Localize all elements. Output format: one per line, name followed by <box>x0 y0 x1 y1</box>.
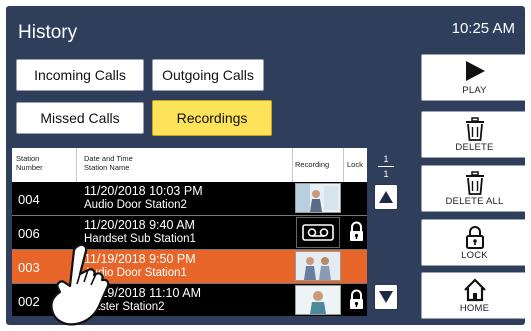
total-pages: 1 <box>383 169 389 179</box>
list-row-1[interactable]: 004 11/20/2018 10:03 PM Audio Door Stati… <box>12 182 367 216</box>
row-station-number: 006 <box>18 226 40 241</box>
home-label: HOME <box>459 303 490 314</box>
delete-button[interactable]: DELETE <box>421 111 525 158</box>
delete-all-label: DELETE ALL <box>445 196 504 207</box>
delete-label: DELETE <box>455 142 494 153</box>
page-title: History <box>18 22 78 43</box>
scroll-down-button[interactable] <box>374 284 398 310</box>
header-divider <box>292 148 293 182</box>
list-header: Station Number Date and Time Station Nam… <box>12 148 367 182</box>
scroll-down-icon <box>379 291 393 303</box>
tab-incoming-calls[interactable]: Incoming Calls <box>16 59 144 91</box>
play-button[interactable]: PLAY <box>421 54 525 101</box>
clock: 10:25 AM <box>451 20 515 37</box>
lock-label: LOCK <box>461 250 488 261</box>
page-divider <box>378 166 394 167</box>
tab-outgoing-calls[interactable]: Outgoing Calls <box>152 59 264 91</box>
delete-all-button[interactable]: DELETE ALL <box>421 165 525 212</box>
page-indicator: 1 1 <box>371 154 401 179</box>
recording-thumbnail <box>295 285 341 315</box>
home-icon <box>422 278 525 302</box>
row-station-number: 002 <box>18 294 40 309</box>
tab-missed-calls[interactable]: Missed Calls <box>16 102 144 134</box>
current-page: 1 <box>383 154 389 164</box>
row-datetime: 11/20/2018 10:03 PM <box>84 184 203 198</box>
lock-icon <box>346 285 367 316</box>
recording-thumbnail <box>295 183 341 213</box>
play-label: PLAY <box>462 85 487 96</box>
col-station-number-2: Number <box>16 163 43 172</box>
col-recording: Recording <box>295 160 330 169</box>
touch-hand-icon <box>50 243 110 326</box>
row-station-number: 003 <box>18 260 40 275</box>
lock-icon <box>346 217 367 248</box>
header-divider <box>343 148 344 182</box>
play-icon <box>422 60 525 84</box>
header-divider <box>76 148 77 182</box>
trash-icon <box>422 117 525 141</box>
row-datetime: 11/20/2018 9:40 AM <box>84 218 195 232</box>
trash-all-icon <box>422 171 525 195</box>
scroll-up-button[interactable] <box>374 184 398 210</box>
col-station-name: Station Name <box>84 163 130 172</box>
tab-recordings[interactable]: Recordings <box>152 100 272 136</box>
tape-icon <box>296 217 340 248</box>
row-station-number: 004 <box>18 192 40 207</box>
row-station-name: Audio Door Station2 <box>84 199 187 211</box>
lock-icon <box>422 225 525 249</box>
lock-button[interactable]: LOCK <box>421 219 525 266</box>
home-button[interactable]: HOME <box>421 272 525 319</box>
recording-thumbnail <box>295 251 341 281</box>
col-lock: Lock <box>347 160 363 169</box>
scroll-up-icon <box>379 191 393 203</box>
